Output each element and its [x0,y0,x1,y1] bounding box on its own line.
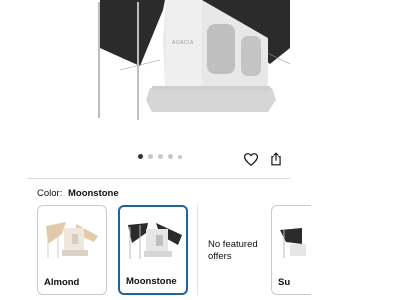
color-label-text: Color: [37,188,63,199]
swatch-label: Su [278,277,291,288]
favorite-button[interactable] [242,150,260,168]
share-icon [271,152,281,166]
swatch-divider [197,205,198,295]
almond-tent-thumbnail [46,222,98,258]
swatch-partial[interactable]: Su [271,205,311,295]
carousel-dot[interactable] [168,154,173,159]
carousel-dots[interactable] [138,154,182,159]
swatch-almond[interactable]: Almond [37,205,107,295]
swatch-label: Moonstone [126,276,177,287]
swatch-moonstone[interactable]: Moonstone [118,205,188,295]
section-divider [28,178,290,179]
carousel-dot[interactable] [148,154,153,159]
heart-icon [244,152,258,166]
carousel-dot[interactable] [158,154,163,159]
swatch-label: Almond [44,277,80,288]
brand-logo: AOACIA [172,40,194,46]
carousel-dot[interactable] [138,154,143,159]
tent-illustration [98,0,291,120]
product-image[interactable]: AOACIA [0,0,400,148]
moonstone-tent-thumbnail [128,223,182,259]
share-button[interactable] [267,150,285,168]
color-selected-value: Moonstone [67,188,119,199]
no-featured-offers-text: No featured offers [208,239,258,262]
color-label: Color: Moonstone [37,188,119,199]
carousel-dot[interactable] [178,154,182,159]
partial-tent-thumbnail [280,228,306,258]
